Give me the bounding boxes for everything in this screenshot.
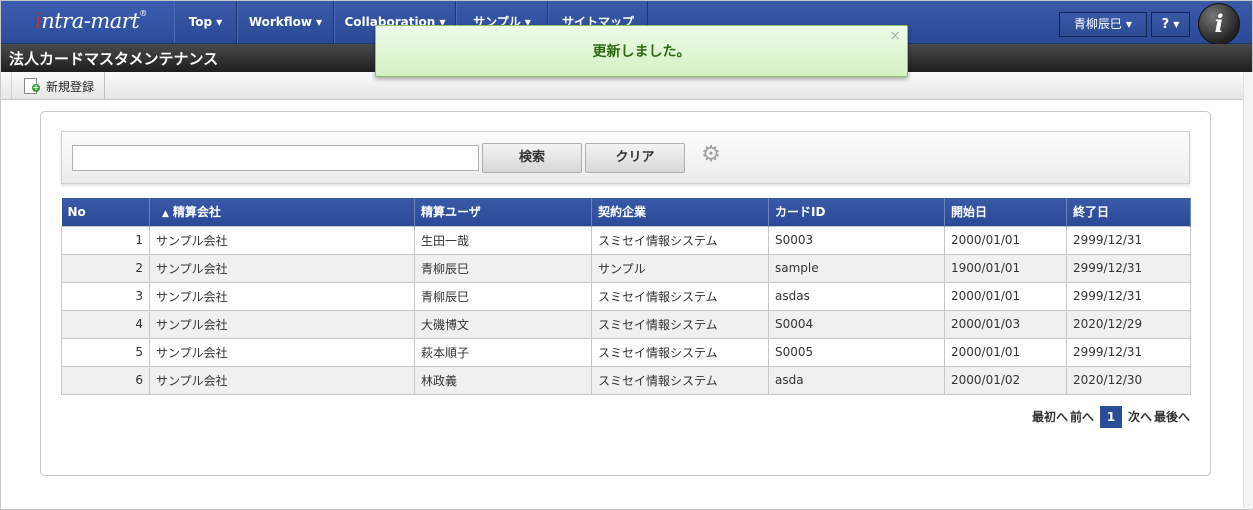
cell-contractor: サンプル [591, 253, 769, 283]
cell-contractor: スミセイ情報システム [591, 365, 769, 395]
toast-message: 更新しました。 [592, 44, 691, 60]
cell-end-date: 2999/12/31 [1066, 281, 1191, 311]
cell-user: 青柳辰巳 [414, 253, 592, 283]
cell-contractor: スミセイ情報システム [591, 337, 769, 367]
table-header-row: No ▲ 精算会社 精算ユーザ 契約企業 カードID 開始日 終了日 [61, 198, 1191, 226]
cell-card-id: asdas [768, 281, 945, 311]
chevron-down-icon: ▼ [1125, 20, 1133, 29]
page-title: 法人カードマスタメンテナンス [9, 50, 219, 68]
cell-company: サンプル会社 [149, 281, 415, 311]
intra-mart-logo[interactable]: intra-mart® [1, 1, 174, 43]
cell-no: 3 [61, 281, 150, 311]
cell-card-id: S0004 [768, 309, 945, 339]
search-button[interactable]: 検索 [482, 143, 582, 173]
cell-no: 1 [61, 225, 150, 255]
success-toast: 更新しました。 × [375, 25, 908, 77]
table-row[interactable]: 1 サンプル会社 生田一哉 スミセイ情報システム S0003 2000/01/0… [61, 225, 1191, 255]
table-row[interactable]: 2 サンプル会社 青柳辰巳 サンプル sample 1900/01/01 299… [61, 253, 1191, 283]
pager-next[interactable]: 次へ [1128, 408, 1152, 425]
pager-first[interactable]: 最初へ [1032, 408, 1068, 425]
cell-start-date: 2000/01/03 [944, 309, 1067, 339]
help-menu-button[interactable]: ? ▼ [1151, 12, 1190, 37]
table-row[interactable]: 4 サンプル会社 大磯博文 スミセイ情報システム S0004 2000/01/0… [61, 309, 1191, 339]
add-icon: + [32, 83, 40, 92]
cell-company: サンプル会社 [149, 309, 415, 339]
cell-company: サンプル会社 [149, 337, 415, 367]
cell-card-id: S0005 [768, 337, 945, 367]
cell-start-date: 2000/01/02 [944, 365, 1067, 395]
vertical-scrollbar[interactable] [1243, 72, 1253, 508]
column-header-user[interactable]: 精算ユーザ [414, 198, 592, 226]
table-row[interactable]: 6 サンプル会社 林政義 スミセイ情報システム asda 2000/01/02 … [61, 365, 1191, 395]
sort-ascending-icon: ▲ [162, 209, 169, 220]
cell-end-date: 2999/12/31 [1066, 253, 1191, 283]
pager-last[interactable]: 最後へ [1154, 408, 1190, 425]
gear-icon[interactable]: ⚙ [700, 144, 722, 166]
chevron-down-icon: ▼ [1173, 20, 1180, 29]
cell-card-id: asda [768, 365, 945, 395]
cell-company: サンプル会社 [149, 225, 415, 255]
cell-start-date: 1900/01/01 [944, 253, 1067, 283]
cell-user: 青柳辰巳 [414, 281, 592, 311]
cell-start-date: 2000/01/01 [944, 225, 1067, 255]
clear-button[interactable]: クリア [585, 143, 685, 173]
column-header-start-date[interactable]: 開始日 [944, 198, 1067, 226]
cell-no: 2 [61, 253, 150, 283]
chevron-down-icon: ▼ [216, 17, 223, 27]
cell-user: 大磯博文 [414, 309, 592, 339]
column-header-card-id[interactable]: カードID [768, 198, 945, 226]
cell-no: 5 [61, 337, 150, 367]
cell-user: 萩本順子 [414, 337, 592, 367]
card-master-table: No ▲ 精算会社 精算ユーザ 契約企業 カードID 開始日 終了日 1 サンプル… [61, 198, 1191, 395]
cell-start-date: 2000/01/01 [944, 281, 1067, 311]
cell-end-date: 2999/12/31 [1066, 225, 1191, 255]
pager-prev[interactable]: 前へ [1070, 408, 1094, 425]
cell-contractor: スミセイ情報システム [591, 225, 769, 255]
pager-current-page[interactable]: 1 [1100, 406, 1122, 428]
new-register-label: 新規登録 [46, 80, 95, 94]
im-logo-icon[interactable]: i [1198, 3, 1240, 45]
search-input[interactable] [72, 145, 479, 171]
new-register-button[interactable]: + 新規登録 [11, 72, 105, 99]
table-row[interactable]: 5 サンプル会社 萩本順子 スミセイ情報システム S0005 2000/01/0… [61, 337, 1191, 367]
table-row[interactable]: 3 サンプル会社 青柳辰巳 スミセイ情報システム asdas 2000/01/0… [61, 281, 1191, 311]
cell-end-date: 2020/12/30 [1066, 365, 1191, 395]
cell-end-date: 2020/12/29 [1066, 309, 1191, 339]
nav-top[interactable]: Top ▼ [174, 1, 237, 43]
user-menu-button[interactable]: 青柳辰巳 ▼ [1059, 12, 1147, 37]
logo-text: intra-mart® [35, 9, 147, 33]
cell-user: 生田一哉 [414, 225, 592, 255]
column-header-no[interactable]: No [61, 198, 150, 226]
column-header-end-date[interactable]: 終了日 [1066, 198, 1191, 226]
cell-start-date: 2000/01/01 [944, 337, 1067, 367]
cell-contractor: スミセイ情報システム [591, 281, 769, 311]
cell-company: サンプル会社 [149, 253, 415, 283]
cell-contractor: スミセイ情報システム [591, 309, 769, 339]
chevron-down-icon: ▼ [316, 17, 323, 27]
cell-no: 4 [61, 309, 150, 339]
cell-end-date: 2999/12/31 [1066, 337, 1191, 367]
close-icon[interactable]: × [889, 28, 901, 44]
nav-workflow[interactable]: Workflow ▼ [237, 1, 334, 43]
cell-user: 林政義 [414, 365, 592, 395]
cell-company: サンプル会社 [149, 365, 415, 395]
cell-no: 6 [61, 365, 150, 395]
column-header-contractor[interactable]: 契約企業 [591, 198, 769, 226]
column-header-company[interactable]: ▲ 精算会社 [149, 198, 415, 226]
cell-card-id: sample [768, 253, 945, 283]
cell-card-id: S0003 [768, 225, 945, 255]
